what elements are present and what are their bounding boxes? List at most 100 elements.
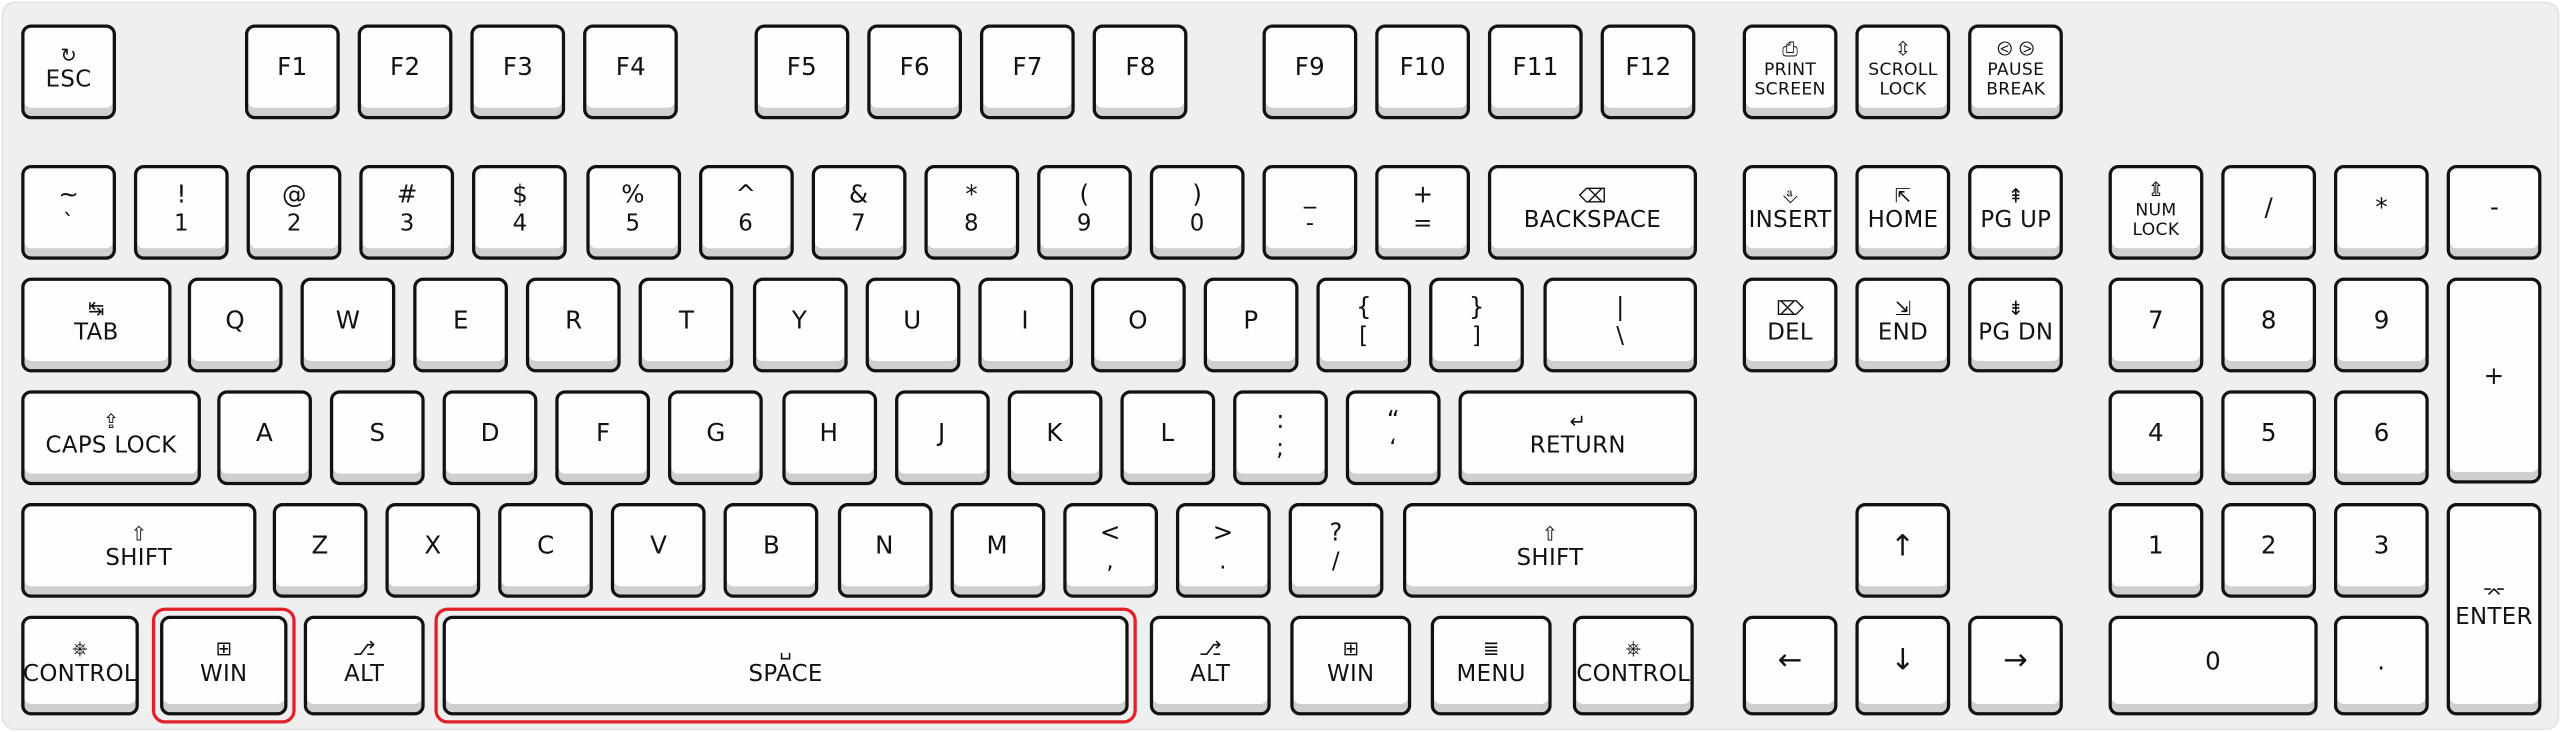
key-f8[interactable]: F8	[1093, 24, 1188, 120]
key-symbol[interactable]: ~ `	[21, 164, 116, 260]
key-alt[interactable]: ⎇ ALT	[1149, 615, 1271, 716]
key-4[interactable]: 4	[2108, 390, 2204, 486]
key-f6[interactable]: F6	[867, 24, 963, 120]
key-f3[interactable]: F3	[470, 24, 566, 120]
key-m[interactable]: M	[949, 503, 1045, 598]
key-shift[interactable]: ⇧ SHIFT	[21, 503, 257, 598]
key-symbol[interactable]: >.	[1175, 503, 1271, 598]
key-symbol[interactable]: {[	[1316, 277, 1412, 373]
key-print-screen[interactable]: ⎙ PRINT SCREEN	[1742, 24, 1838, 120]
key-f5[interactable]: F5	[754, 24, 850, 120]
key-home[interactable]: ⇱ HOME	[1855, 164, 1951, 260]
key-w[interactable]: W	[300, 277, 396, 373]
key-tab[interactable]: ↹ TAB	[21, 277, 172, 373]
key-v[interactable]: V	[611, 503, 707, 598]
key-pause-break[interactable]: ⧀ ⧁ PAUSE BREAK	[1968, 24, 2064, 120]
key-5[interactable]: % 5	[585, 164, 681, 260]
key-del[interactable]: ⌦ DEL	[1742, 277, 1838, 373]
key-insert[interactable]: ⎀ INSERT	[1742, 164, 1838, 260]
key-end[interactable]: ⇲ END	[1855, 277, 1951, 373]
key-8[interactable]: * 8	[924, 164, 1019, 260]
key-9[interactable]: 9	[2334, 277, 2430, 373]
key-f9[interactable]: F9	[1262, 24, 1358, 120]
key-a[interactable]: A	[217, 390, 312, 486]
key-f12[interactable]: F12	[1601, 24, 1696, 120]
key-3[interactable]: #3	[359, 164, 455, 260]
key-0[interactable]: ) 0	[1149, 164, 1245, 260]
key-scroll-lock[interactable]: ⇳ SCROLL LOCK	[1855, 24, 1951, 120]
key-f10[interactable]: F10	[1375, 24, 1471, 120]
key-0[interactable]: 0	[2108, 615, 2318, 716]
key-symbol[interactable]: -	[2447, 164, 2542, 260]
key-f7[interactable]: F7	[980, 24, 1076, 120]
key-arrow-down[interactable]: ↓	[1855, 615, 1951, 716]
key-5[interactable]: 5	[2221, 390, 2317, 486]
key-symbol[interactable]: + =	[1375, 164, 1471, 260]
key-caps-lock[interactable]: ⇪ CAPS LOCK	[21, 390, 201, 486]
key-f[interactable]: F	[555, 390, 651, 486]
key-symbol[interactable]: :;	[1232, 390, 1328, 486]
key-c[interactable]: C	[498, 503, 594, 598]
key-q[interactable]: Q	[187, 277, 283, 373]
key-f1[interactable]: F1	[244, 24, 340, 120]
key-num-lock[interactable]: ⇭ NUM LOCK	[2108, 164, 2204, 260]
key-u[interactable]: U	[864, 277, 960, 373]
key-p[interactable]: P	[1203, 277, 1299, 373]
key-g[interactable]: G	[668, 390, 764, 486]
key-z[interactable]: Z	[272, 503, 368, 598]
key-pg-dn[interactable]: ⇟ PG DN	[1968, 277, 2064, 373]
key-menu[interactable]: ≣ MENU	[1430, 615, 1552, 716]
key-4[interactable]: $4	[472, 164, 568, 260]
key-symbol[interactable]: .	[2333, 615, 2429, 716]
key-arrow-up[interactable]: ↑	[1855, 503, 1951, 598]
key-f2[interactable]: F2	[357, 24, 453, 120]
key-8[interactable]: 8	[2221, 277, 2317, 373]
key-symbol[interactable]: }]	[1429, 277, 1525, 373]
key-y[interactable]: Y	[752, 277, 847, 373]
key-symbol[interactable]: | \	[1543, 277, 1697, 373]
key-symbol[interactable]: _ -	[1262, 164, 1358, 260]
key-o[interactable]: O	[1090, 277, 1186, 373]
key-j[interactable]: J	[894, 390, 990, 486]
key-symbol[interactable]: ? /	[1288, 503, 1384, 598]
key-esc[interactable]: ↻ ESC	[21, 24, 116, 120]
key-d[interactable]: D	[442, 390, 538, 486]
key-f4[interactable]: F4	[583, 24, 679, 120]
key-symbol[interactable]: “‘	[1345, 390, 1441, 486]
key-return[interactable]: ↵ RETURN	[1458, 390, 1697, 486]
key-l[interactable]: L	[1120, 390, 1215, 486]
key-s[interactable]: S	[330, 390, 425, 486]
key-e[interactable]: E	[413, 277, 509, 373]
key-2[interactable]: @2	[246, 164, 342, 260]
key-1[interactable]: 1	[2108, 503, 2204, 598]
key-n[interactable]: N	[837, 503, 932, 598]
key-arrow-right[interactable]: →	[1968, 615, 2064, 716]
key-shift[interactable]: ⇧ SHIFT	[1403, 503, 1697, 598]
key-symbol[interactable]: *	[2334, 164, 2430, 260]
key-enter[interactable]: ⌤ ENTER	[2446, 503, 2542, 716]
key-1[interactable]: ! 1	[134, 164, 229, 260]
key-t[interactable]: T	[639, 277, 734, 373]
key-arrow-left[interactable]: ←	[1742, 615, 1838, 716]
key-9[interactable]: (9	[1036, 164, 1132, 260]
key-2[interactable]: 2	[2221, 503, 2317, 598]
key-alt[interactable]: ⎇ ALT	[303, 615, 425, 716]
key-6[interactable]: ^ 6	[698, 164, 794, 260]
key-control[interactable]: ⎈ CONTROL	[1572, 615, 1694, 716]
key-control[interactable]: ⎈ CONTROL	[21, 615, 139, 716]
key-7[interactable]: & 7	[811, 164, 906, 260]
key-pg-up[interactable]: ⇞ PG UP	[1968, 164, 2064, 260]
key-3[interactable]: 3	[2334, 503, 2430, 598]
key-b[interactable]: B	[724, 503, 819, 598]
key-x[interactable]: X	[385, 503, 481, 598]
key-i[interactable]: I	[977, 277, 1073, 373]
key-7[interactable]: 7	[2108, 277, 2204, 373]
key-r[interactable]: R	[526, 277, 622, 373]
key-6[interactable]: 6	[2334, 390, 2430, 486]
key-k[interactable]: K	[1007, 390, 1102, 486]
key-symbol[interactable]: <,	[1062, 503, 1158, 598]
key-symbol[interactable]: +	[2446, 277, 2542, 484]
key-h[interactable]: H	[781, 390, 877, 486]
key-f11[interactable]: F11	[1488, 24, 1583, 120]
key-backspace[interactable]: ⌫ BACKSPACE	[1487, 164, 1697, 260]
